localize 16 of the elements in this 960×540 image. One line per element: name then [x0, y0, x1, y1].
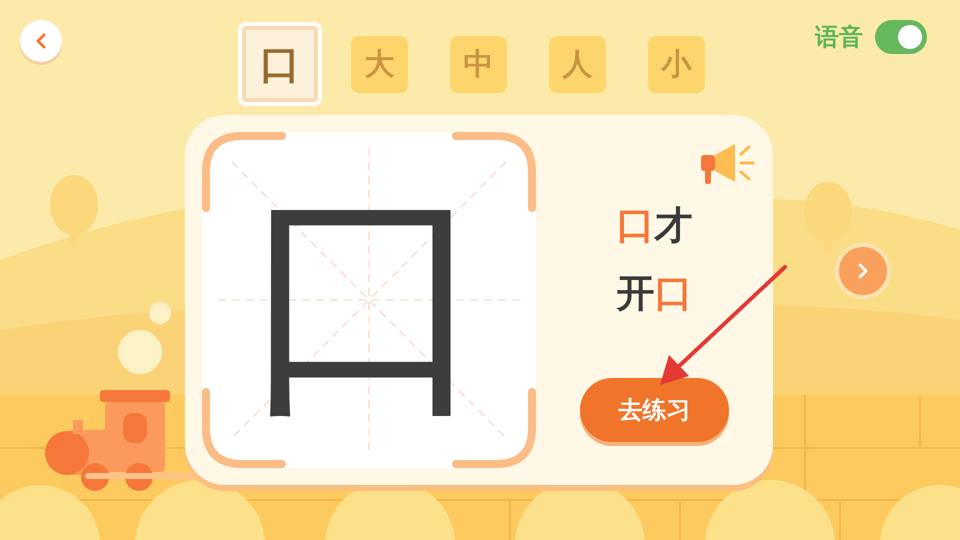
- megaphone-icon: [699, 141, 757, 187]
- character-tab[interactable]: 中: [450, 36, 507, 93]
- voice-label: 语音: [815, 22, 863, 53]
- character-tab[interactable]: 人: [549, 36, 606, 93]
- character-tab[interactable]: 大: [351, 36, 408, 93]
- smoke-puff: [149, 302, 171, 324]
- example-word: 开口: [616, 270, 692, 316]
- example-word: 口才: [616, 203, 692, 249]
- chevron-left-icon: [34, 33, 48, 49]
- character-tab[interactable]: 小: [648, 36, 705, 93]
- large-character: 口: [244, 175, 494, 425]
- speaker-button[interactable]: [699, 141, 757, 187]
- chevron-right-icon: [856, 263, 870, 279]
- smoke-puff: [118, 330, 162, 374]
- practice-button[interactable]: 去练习: [580, 378, 729, 442]
- character-tab[interactable]: 口: [238, 22, 322, 106]
